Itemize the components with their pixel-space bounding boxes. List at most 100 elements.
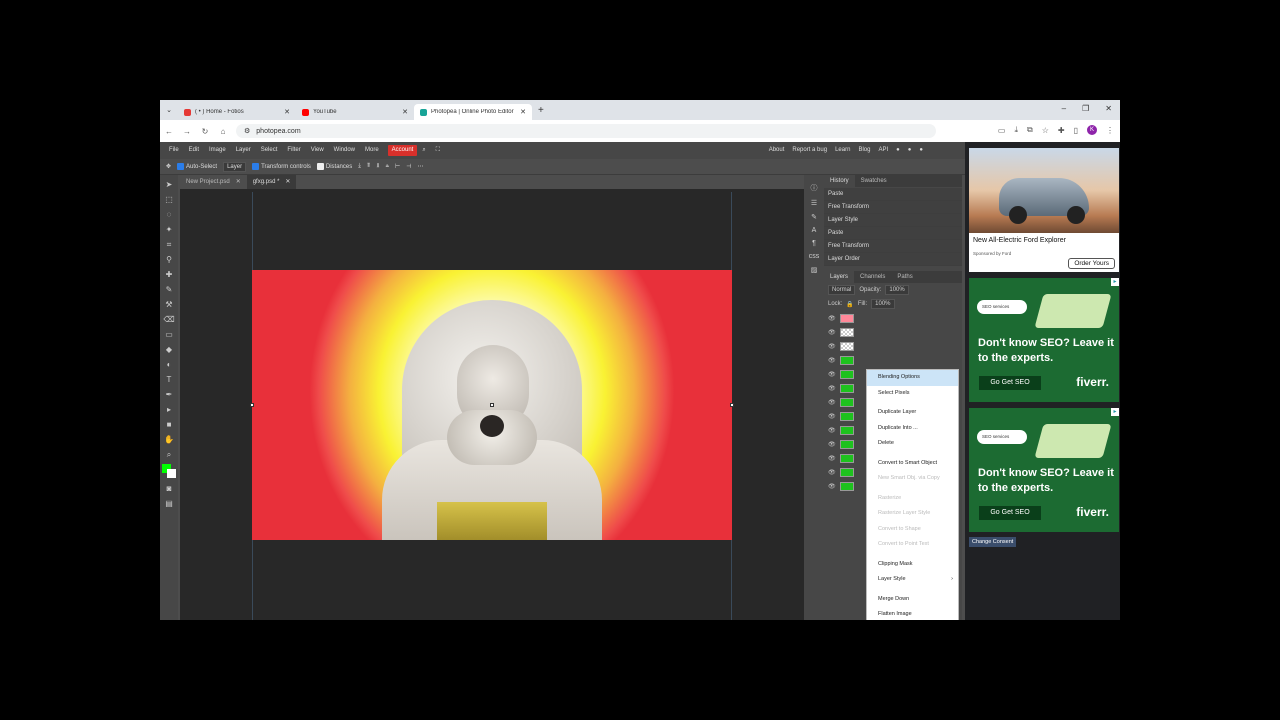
- extensions-icon[interactable]: ✚: [1058, 126, 1065, 135]
- close-doc-icon[interactable]: ✕: [285, 175, 290, 189]
- menu-select[interactable]: Select: [256, 142, 283, 159]
- screen-mode-icon[interactable]: ▤: [162, 498, 176, 510]
- close-window-button[interactable]: ✕: [1105, 104, 1112, 113]
- context-menu-item[interactable]: Clipping Mask: [867, 557, 958, 573]
- history-item[interactable]: Paste: [824, 188, 962, 201]
- context-menu-item[interactable]: Convert to Smart Object: [867, 456, 958, 472]
- brush-tool-icon[interactable]: ✎: [162, 284, 176, 296]
- menu-edit[interactable]: Edit: [184, 142, 204, 159]
- context-menu-item[interactable]: Delete: [867, 436, 958, 452]
- distribute-icon[interactable]: ⋯: [418, 163, 424, 170]
- tab-list-chevron-icon[interactable]: ⌄: [160, 106, 178, 114]
- distances-checkbox[interactable]: Distances: [316, 162, 352, 170]
- crop-tool-icon[interactable]: ⌗: [162, 239, 176, 251]
- history-item[interactable]: Layer Style: [824, 214, 962, 227]
- link-report-bug[interactable]: Report a bug: [792, 142, 827, 159]
- browser-tab-photopea[interactable]: Photopea | Online Photo Editor ✕: [414, 104, 532, 120]
- layer-row[interactable]: 👁: [824, 353, 962, 367]
- go-get-seo-button[interactable]: Go Get SEO: [979, 506, 1041, 520]
- transform-controls-checkbox[interactable]: Transform controls: [252, 162, 311, 170]
- visibility-eye-icon[interactable]: 👁: [828, 371, 836, 378]
- sidepanel-icon[interactable]: ▯: [1074, 126, 1078, 135]
- align-center-icon[interactable]: ⊣: [406, 163, 411, 170]
- background-color[interactable]: [167, 469, 176, 478]
- type-tool-icon[interactable]: T: [162, 374, 176, 386]
- menu-filter[interactable]: Filter: [282, 142, 305, 159]
- pen-tool-icon[interactable]: ✒: [162, 389, 176, 401]
- healing-brush-icon[interactable]: ✚: [162, 269, 176, 281]
- eraser-icon[interactable]: ⌫: [162, 314, 176, 326]
- visibility-eye-icon[interactable]: 👁: [828, 315, 836, 322]
- align-top-icon[interactable]: ⫪: [367, 163, 370, 170]
- lock-icon[interactable]: 🔒: [846, 301, 853, 308]
- eyedropper-icon[interactable]: ⚲: [162, 254, 176, 266]
- menu-layer[interactable]: Layer: [231, 142, 256, 159]
- close-doc-icon[interactable]: ✕: [236, 175, 241, 189]
- download-arrow-icon[interactable]: ⤓: [358, 163, 361, 170]
- menu-file[interactable]: File: [164, 142, 184, 159]
- history-item[interactable]: Free Transform: [824, 201, 962, 214]
- history-item[interactable]: Free Transform: [824, 240, 962, 253]
- clone-stamp-icon[interactable]: ⚒: [162, 299, 176, 311]
- link-api[interactable]: API: [878, 142, 888, 159]
- layer-row[interactable]: 👁: [824, 311, 962, 325]
- visibility-eye-icon[interactable]: 👁: [828, 413, 836, 420]
- visibility-eye-icon[interactable]: 👁: [828, 469, 836, 476]
- cast-icon[interactable]: ▭: [998, 126, 1006, 135]
- context-menu-item[interactable]: Flatten Image: [867, 607, 958, 620]
- context-menu-item[interactable]: Select Pixels: [867, 386, 958, 402]
- marquee-tool-icon[interactable]: ⬚: [162, 194, 176, 206]
- visibility-eye-icon[interactable]: 👁: [828, 483, 836, 490]
- context-menu-item[interactable]: Layer Style ›: [867, 572, 958, 588]
- tab-swatches[interactable]: Swatches: [855, 175, 893, 187]
- bookmark-star-icon[interactable]: ☆: [1042, 126, 1049, 135]
- restore-button[interactable]: ❐: [1082, 104, 1089, 113]
- ford-ad[interactable]: New All-Electric Ford Explorer Sponsored…: [969, 148, 1119, 272]
- context-menu-item[interactable]: Blending Options: [867, 370, 958, 386]
- auto-select-checkbox[interactable]: Auto-Select: [177, 162, 217, 170]
- character-icon[interactable]: A: [812, 227, 817, 234]
- history-item[interactable]: Paste: [824, 227, 962, 240]
- forward-icon[interactable]: →: [178, 127, 196, 136]
- visibility-eye-icon[interactable]: 👁: [828, 441, 836, 448]
- shape-tool-icon[interactable]: ■: [162, 419, 176, 431]
- dodge-tool-icon[interactable]: ◐: [162, 359, 176, 371]
- visibility-eye-icon[interactable]: 👁: [828, 427, 836, 434]
- tab-paths[interactable]: Paths: [891, 271, 918, 283]
- reload-icon[interactable]: ↻: [196, 127, 214, 136]
- close-tab-icon[interactable]: ✕: [284, 108, 290, 116]
- facebook-icon[interactable]: ●: [919, 142, 923, 159]
- fiverr-ad[interactable]: ▸ SEO services Don't know SEO? Leave it …: [969, 408, 1119, 532]
- link-learn[interactable]: Learn: [835, 142, 850, 159]
- link-blog[interactable]: Blog: [858, 142, 870, 159]
- brush-panel-icon[interactable]: ✎: [811, 213, 817, 221]
- menu-image[interactable]: Image: [204, 142, 231, 159]
- download-icon[interactable]: ⤓: [1014, 125, 1018, 135]
- go-get-seo-button[interactable]: Go Get SEO: [979, 376, 1041, 390]
- ad-choices-icon[interactable]: ▸: [1111, 408, 1119, 416]
- close-tab-icon[interactable]: ✕: [520, 108, 526, 116]
- blend-mode-select[interactable]: Normal: [828, 285, 856, 295]
- path-select-icon[interactable]: ▸: [162, 404, 176, 416]
- screenshot-icon[interactable]: ⧉: [1027, 125, 1033, 135]
- ad-choices-icon[interactable]: ▸: [1111, 278, 1119, 286]
- css-icon[interactable]: css: [809, 253, 820, 260]
- url-field[interactable]: ⚙ photopea.com: [236, 124, 936, 138]
- search-icon[interactable]: ⌕: [417, 142, 430, 159]
- close-tab-icon[interactable]: ✕: [402, 108, 408, 116]
- back-icon[interactable]: ←: [160, 127, 178, 136]
- new-tab-button[interactable]: +: [532, 105, 550, 116]
- zoom-tool-icon[interactable]: ⌕: [162, 449, 176, 461]
- browser-tab-fotios[interactable]: ( • ) Home - Fotios ✕: [178, 104, 296, 120]
- layer-row[interactable]: 👁: [824, 325, 962, 339]
- doc-tab-new-project[interactable]: New Project.psd ✕: [180, 175, 247, 189]
- site-info-icon[interactable]: ⚙: [244, 127, 250, 135]
- align-bottom-icon[interactable]: ⫨: [386, 163, 389, 170]
- visibility-eye-icon[interactable]: 👁: [828, 329, 836, 336]
- browser-menu-icon[interactable]: ⋮: [1106, 126, 1114, 135]
- menu-window[interactable]: Window: [329, 142, 360, 159]
- transform-handle-left[interactable]: [250, 403, 254, 407]
- image-panel-icon[interactable]: ▨: [811, 266, 818, 274]
- visibility-eye-icon[interactable]: 👁: [828, 399, 836, 406]
- transform-handle-right[interactable]: [730, 403, 734, 407]
